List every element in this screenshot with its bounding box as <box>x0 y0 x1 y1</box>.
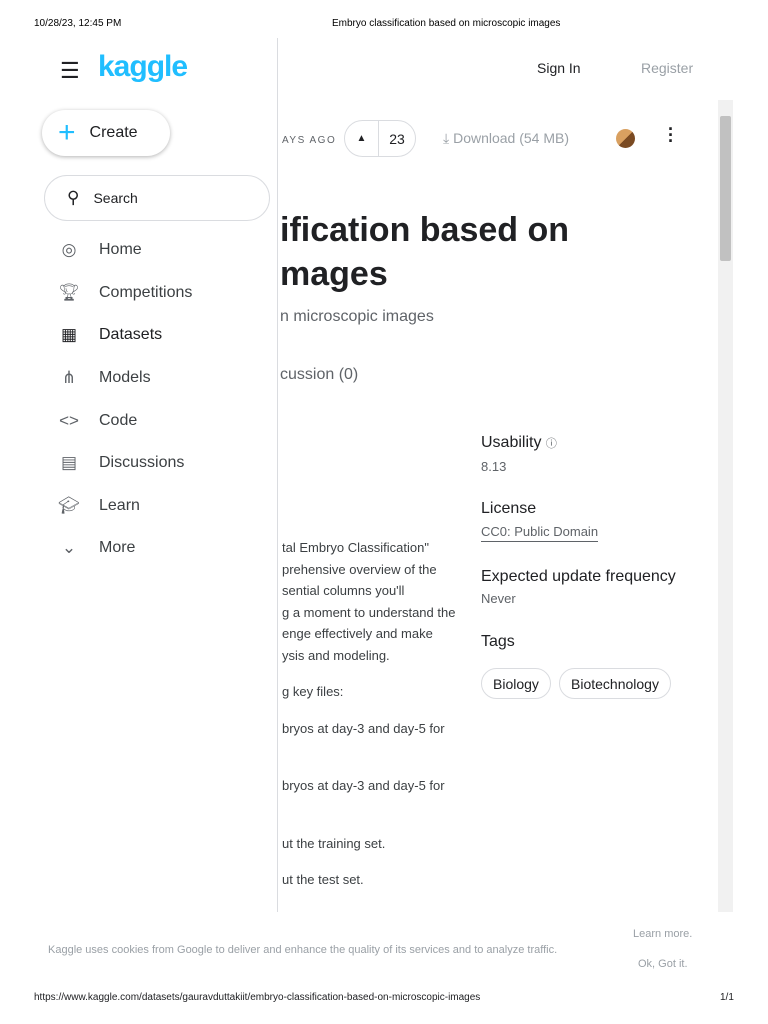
scrollbar[interactable] <box>718 100 733 912</box>
plus-icon: + <box>58 116 76 149</box>
create-button[interactable]: + Create <box>42 110 170 156</box>
license-label: License <box>481 500 537 517</box>
trophy-icon: 🏆︎ <box>58 283 80 302</box>
vote-count: 23 <box>389 130 405 147</box>
upvote-button[interactable]: ▲ 23 <box>344 120 416 157</box>
tag-biotechnology[interactable]: Biotechnology <box>559 668 671 699</box>
discussion-icon: ▤ <box>60 453 78 472</box>
compass-icon: ◎ <box>61 240 77 259</box>
usability-value: 8.13 <box>481 459 507 474</box>
models-icon: ⋔ <box>61 368 77 387</box>
download-button[interactable]: ⤓ Download (54 MB) <box>443 130 569 147</box>
menu-icon[interactable]: ☰ <box>60 58 80 84</box>
table-icon: ▦ <box>60 325 78 344</box>
description: tal Embryo Classification" prehensive ove… <box>282 540 456 887</box>
sidebar-item-discussions[interactable]: ▤ Discussions <box>58 453 184 473</box>
chevron-down-icon: ⌄ <box>61 538 77 557</box>
page-title: ification based on mages <box>280 211 570 293</box>
cookie-text: Kaggle uses cookies from Google to deliv… <box>48 944 558 956</box>
sidebar-item-models[interactable]: ⋔ Models <box>58 368 151 388</box>
sign-in-link[interactable]: Sign In <box>537 60 581 76</box>
print-title: Embryo classification based on microscop… <box>332 18 561 29</box>
cookie-ok-button[interactable]: Ok, Got it. <box>638 958 688 970</box>
sidebar-item-competitions[interactable]: 🏆︎ Competitions <box>58 283 192 303</box>
update-frequency-value: Never <box>481 591 516 606</box>
sidebar-item-datasets[interactable]: ▦ Datasets <box>58 325 162 345</box>
print-page: 1/1 <box>720 992 734 1003</box>
download-icon: ⤓ <box>443 130 454 146</box>
avatar[interactable] <box>616 129 635 148</box>
register-link[interactable]: Register <box>641 60 693 76</box>
info-icon[interactable]: ⓘ <box>546 438 557 450</box>
usability-label: Usability ⓘ <box>481 434 557 451</box>
code-icon: <> <box>59 411 79 430</box>
search-icon: ⚲ <box>67 188 80 207</box>
kaggle-logo[interactable]: kaggle <box>98 50 188 84</box>
print-url: https://www.kaggle.com/datasets/gauravdu… <box>34 992 481 1003</box>
print-datetime: 10/28/23, 12:45 PM <box>34 18 122 29</box>
sidebar-item-code[interactable]: <> Code <box>58 411 137 431</box>
sidebar-item-learn[interactable]: 🎓︎ Learn <box>58 496 140 516</box>
sidebar-item-home[interactable]: ◎ Home <box>58 240 142 260</box>
more-vert-icon[interactable]: · · · <box>666 120 676 150</box>
updated-text: AYS AGO <box>282 135 337 146</box>
sidebar-item-more[interactable]: ⌄ More <box>58 538 136 558</box>
tab-discussion[interactable]: cussion (0) <box>280 366 358 384</box>
license-link[interactable]: CC0: Public Domain <box>481 524 599 542</box>
tags-label: Tags <box>481 633 515 650</box>
upvote-icon: ▲ <box>345 121 379 156</box>
sidebar: ☰ kaggle + Create ⚲ Search ◎ Home 🏆︎ Compe… <box>0 38 278 912</box>
tag-biology[interactable]: Biology <box>481 668 551 699</box>
learn-more-link[interactable]: Learn more. <box>633 928 692 940</box>
school-icon: 🎓︎ <box>58 496 80 515</box>
subtitle: n microscopic images <box>280 308 434 325</box>
search-input[interactable]: ⚲ Search <box>44 175 270 221</box>
update-frequency-label: Expected update frequency <box>481 568 676 585</box>
